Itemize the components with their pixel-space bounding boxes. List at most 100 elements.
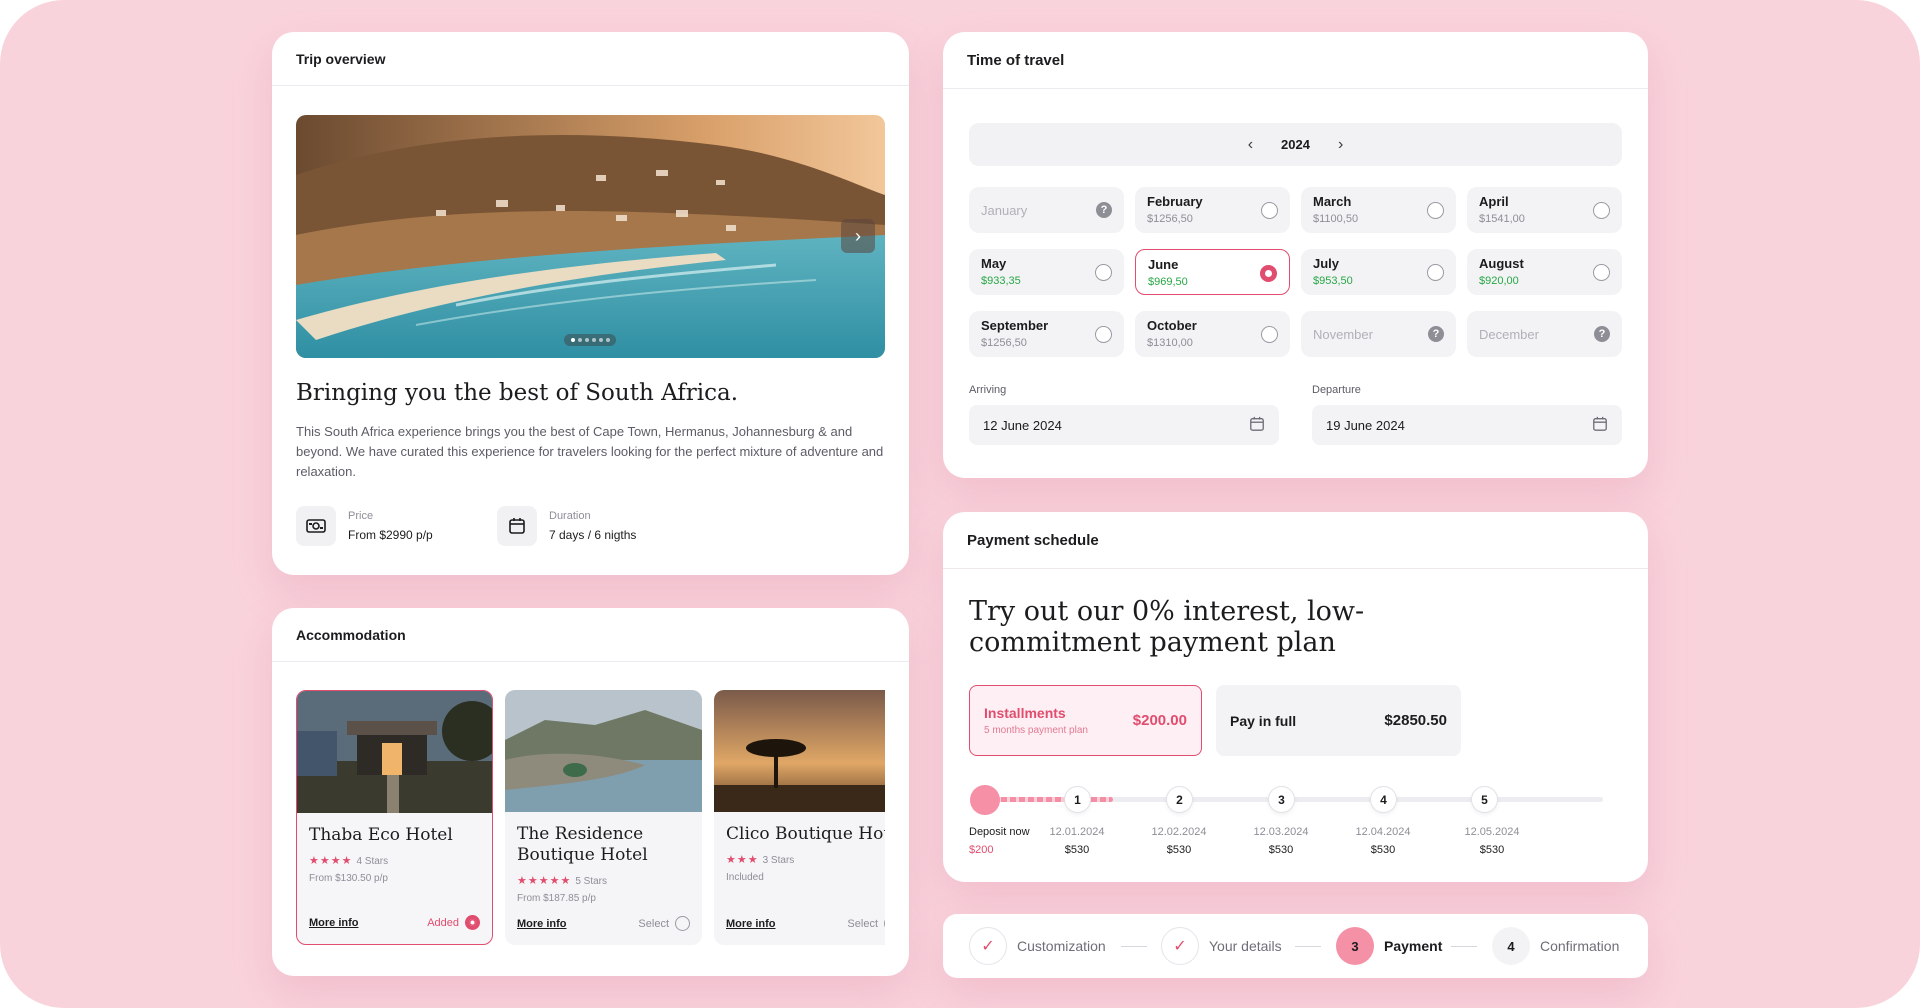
accommodation-card: Accommodation Thaba Eco Hotel ★★★★ 4 Star… — [272, 608, 909, 976]
month-option[interactable]: February $1256,50 — [1135, 187, 1290, 233]
question-icon[interactable]: ? — [1594, 326, 1610, 342]
step-confirmation[interactable]: 4 Confirmation — [1492, 927, 1619, 965]
installment-entry: 12.03.2024 $530 — [1241, 823, 1321, 859]
hotel-select-label: Select — [638, 917, 669, 930]
radio-empty-icon[interactable] — [1261, 326, 1278, 343]
star-rating-icon: ★★★★ — [309, 855, 353, 867]
hotel-select-toggle[interactable]: Added — [427, 915, 480, 930]
more-info-link[interactable]: More info — [726, 918, 776, 930]
chevron-left-icon[interactable]: ‹ — [1248, 136, 1253, 154]
departure-date-field[interactable]: 19 June 2024 — [1312, 405, 1622, 445]
destination-photo-carousel[interactable]: › — [296, 115, 885, 358]
hotel-select-toggle[interactable]: Select — [638, 916, 690, 931]
month-price: $1310,00 — [1147, 337, 1193, 349]
stars-label: 3 Stars — [762, 855, 795, 866]
hotel-card[interactable]: Thaba Eco Hotel ★★★★ 4 Stars From $130.50… — [296, 690, 493, 945]
installment-entry: 12.04.2024 $530 — [1343, 823, 1423, 859]
price-info: Price From $2990 p/p — [296, 506, 433, 546]
chevron-right-icon[interactable]: › — [1338, 136, 1343, 154]
radio-empty-icon[interactable] — [1593, 202, 1610, 219]
hotel-price: Included — [726, 872, 764, 883]
pay-in-full-amount: $2850.50 — [1384, 712, 1447, 729]
time-of-travel-card: Time of travel ‹ 2024 › January? February… — [943, 32, 1648, 478]
hotel-card[interactable]: Clico Boutique Hotel ★★★3 Stars Included… — [714, 690, 885, 945]
question-icon[interactable]: ? — [1428, 326, 1444, 342]
installment-step-marker: 5 — [1471, 786, 1498, 813]
pay-in-full-label: Pay in full — [1230, 712, 1297, 729]
month-name: August — [1479, 256, 1524, 271]
question-icon[interactable]: ? — [1096, 202, 1112, 218]
radio-empty-icon[interactable] — [1593, 264, 1610, 281]
payment-schedule-card: Payment schedule Try out our 0% interest… — [943, 512, 1648, 882]
step-label: Your details — [1209, 938, 1282, 954]
month-option[interactable]: April $1541,00 — [1467, 187, 1622, 233]
radio-empty-icon[interactable] — [1261, 202, 1278, 219]
radio-selected-icon[interactable] — [1260, 265, 1277, 282]
star-rating-icon: ★★★ — [726, 854, 759, 866]
schedule-progress — [983, 797, 1113, 802]
installment-step-marker: 1 — [1064, 786, 1091, 813]
departure-label: Departure — [1312, 384, 1361, 396]
hotel-photo — [297, 691, 492, 813]
month-option[interactable]: June $969,50 — [1135, 249, 1290, 295]
carousel-next-button[interactable]: › — [841, 219, 875, 253]
month-option[interactable]: May $933,35 — [969, 249, 1124, 295]
radio-empty-icon[interactable] — [1095, 326, 1112, 343]
installment-entry: 12.05.2024 $530 — [1452, 823, 1532, 859]
hotel-rating: ★★★★ 4 Stars — [309, 851, 388, 869]
step-connector — [1295, 946, 1321, 947]
arriving-date-field[interactable]: 12 June 2024 — [969, 405, 1279, 445]
carousel-dot[interactable] — [605, 338, 610, 342]
month-option[interactable]: August $920,00 — [1467, 249, 1622, 295]
month-name: June — [1148, 257, 1179, 272]
check-icon: ✓ — [969, 927, 1007, 965]
hotel-card[interactable]: The Residence Boutique Hotel ★★★★★ 5 Star… — [505, 690, 702, 945]
hotel-select-toggle[interactable]: Select — [847, 916, 885, 931]
year-label: 2024 — [1281, 137, 1310, 152]
checkout-stepper: ✓ Customization ✓ Your details 3 Payment… — [943, 914, 1648, 978]
month-grid: January? February $1256,50 March $1100,50 Apr… — [969, 187, 1622, 357]
radio-selected-icon — [465, 915, 480, 930]
stars-label: 4 Stars — [356, 856, 389, 867]
carousel-dot[interactable] — [598, 338, 603, 342]
hotel-list[interactable]: Thaba Eco Hotel ★★★★ 4 Stars From $130.50… — [296, 690, 885, 950]
month-price: $953,50 — [1313, 275, 1353, 287]
carousel-dot[interactable] — [570, 338, 575, 342]
installments-subtitle: 5 months payment plan — [984, 725, 1088, 736]
month-option: December? — [1467, 311, 1622, 357]
more-info-link[interactable]: More info — [309, 917, 359, 929]
hotel-photo — [714, 690, 885, 812]
carousel-dot[interactable] — [591, 338, 596, 342]
month-option[interactable]: October $1310,00 — [1135, 311, 1290, 357]
duration-value: 7 days / 6 nigths — [549, 528, 637, 542]
installment-amount: $530 — [1064, 844, 1090, 856]
radio-empty-icon[interactable] — [1427, 202, 1444, 219]
pay-in-full-option[interactable]: Pay in full $2850.50 — [1216, 685, 1461, 756]
price-value: From $2990 p/p — [348, 528, 433, 542]
month-name: April — [1479, 194, 1509, 209]
step-connector — [1451, 946, 1477, 947]
month-option[interactable]: March $1100,50 — [1301, 187, 1456, 233]
carousel-dot[interactable] — [577, 338, 582, 342]
radio-empty-icon[interactable] — [1427, 264, 1444, 281]
month-option[interactable]: September $1256,50 — [969, 311, 1124, 357]
more-info-link[interactable]: More info — [517, 918, 567, 930]
installments-option[interactable]: Installments 5 months payment plan $200.… — [969, 685, 1202, 756]
installment-amount: $530 — [1166, 844, 1192, 856]
carousel-indicator — [564, 334, 616, 346]
installments-amount: $200.00 — [1132, 712, 1187, 729]
radio-empty-icon[interactable] — [1095, 264, 1112, 281]
step-payment[interactable]: 3 Payment — [1336, 927, 1442, 965]
hotel-rating: ★★★ 3 Stars — [726, 850, 794, 868]
installment-date: 12.04.2024 — [1355, 826, 1411, 838]
month-name: May — [981, 256, 1007, 271]
accommodation-header: Accommodation — [272, 608, 909, 662]
hotel-select-label: Select — [847, 917, 878, 930]
month-option[interactable]: July $953,50 — [1301, 249, 1456, 295]
carousel-dot[interactable] — [584, 338, 589, 342]
month-price: $1256,50 — [1147, 213, 1193, 225]
step-customization[interactable]: ✓ Customization — [969, 927, 1106, 965]
check-icon: ✓ — [1161, 927, 1199, 965]
page-background: Trip overview › Bringing you the best of… — [0, 0, 1920, 1008]
step-your-details[interactable]: ✓ Your details — [1161, 927, 1282, 965]
